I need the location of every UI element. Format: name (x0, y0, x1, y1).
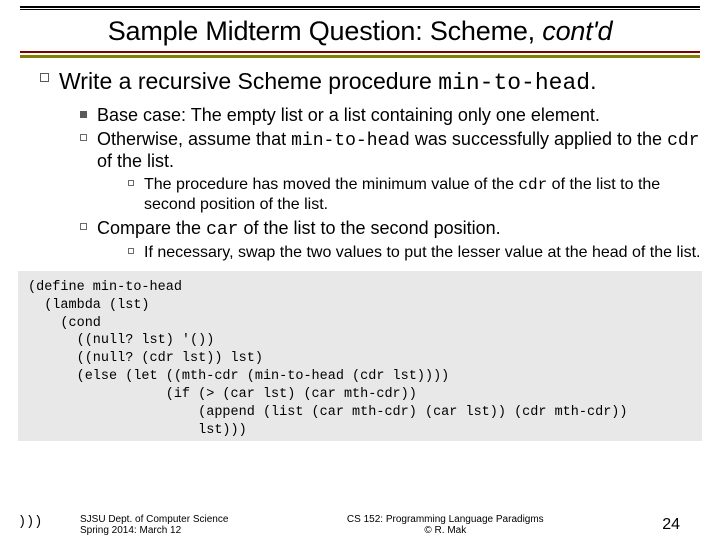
footer-left: SJSU Dept. of Computer Science Spring 20… (80, 514, 228, 536)
page-number: 24 (662, 516, 680, 534)
intro-text: Write a recursive Scheme procedure min-t… (59, 68, 596, 96)
top-rule-thick (20, 6, 700, 8)
footer-course: CS 152: Programming Language Paradigms (228, 514, 662, 525)
bullet-2a: The procedure has moved the minimum valu… (128, 175, 702, 215)
top-rule-thin (20, 9, 700, 10)
bullet-filled-icon (80, 111, 87, 118)
slide-root: Sample Midterm Question: Scheme, cont'd … (0, 6, 720, 546)
footer-dept: SJSU Dept. of Computer Science (80, 514, 228, 525)
bullet-square-icon (40, 73, 49, 82)
bullet-2: Otherwise, assume that min-to-head was s… (80, 129, 702, 172)
bullet-2-text: Otherwise, assume that min-to-head was s… (97, 129, 702, 172)
title-text: Sample Midterm Question: Scheme, (108, 16, 543, 46)
intro-code: min-to-head (438, 70, 590, 96)
bullet-2a-text: The procedure has moved the minimum valu… (144, 175, 702, 215)
footer: SJSU Dept. of Computer Science Spring 20… (0, 514, 720, 536)
slide-title: Sample Midterm Question: Scheme, cont'd (18, 16, 702, 47)
bullet-square-icon (80, 223, 87, 230)
footer-middle: CS 152: Programming Language Paradigms ©… (228, 514, 662, 536)
bullet-3a: If necessary, swap the two values to put… (128, 243, 702, 263)
intro-row: Write a recursive Scheme procedure min-t… (40, 68, 702, 102)
title-underline-red (20, 51, 700, 53)
bullet-3: Compare the car of the list to the secon… (80, 218, 702, 240)
code-block: (define min-to-head (lambda (lst) (cond … (18, 271, 702, 441)
footer-copyright: © R. Mak (228, 525, 662, 536)
title-underline-olive (20, 55, 700, 58)
bullet-3-text: Compare the car of the list to the secon… (97, 218, 501, 240)
intro-pre: Write a recursive Scheme procedure (59, 68, 438, 94)
bullet-square-icon (128, 248, 134, 254)
bullet-square-icon (80, 134, 87, 141)
bullet-1-text: Base case: The empty list or a list cont… (97, 105, 600, 126)
intro-post: . (590, 68, 596, 94)
bullet-square-icon (128, 180, 134, 186)
bullet-3a-text: If necessary, swap the two values to put… (144, 243, 700, 263)
bullet-1: Base case: The empty list or a list cont… (80, 105, 702, 126)
footer-date: Spring 2014: March 12 (80, 525, 228, 536)
title-emph: cont'd (542, 16, 612, 46)
